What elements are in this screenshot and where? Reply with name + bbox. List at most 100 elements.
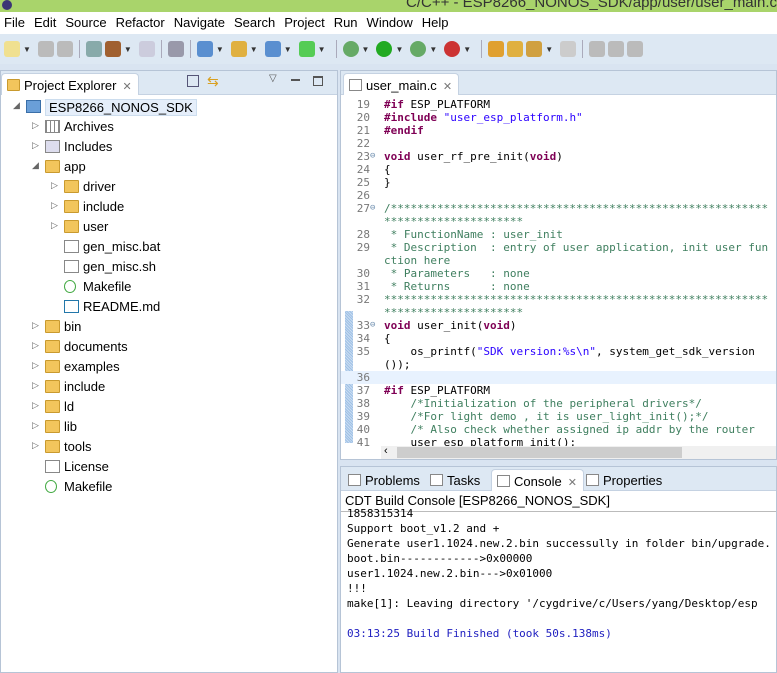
tree-item-ld[interactable]: ▷ ld bbox=[1, 397, 337, 417]
collapsed-arrow-icon[interactable]: ▷ bbox=[32, 380, 39, 391]
save-icon[interactable] bbox=[37, 41, 54, 57]
tree-item-driver[interactable]: ▷ driver bbox=[1, 177, 337, 197]
external-tools-icon[interactable] bbox=[444, 41, 461, 57]
tree-item-makefile[interactable]: Makefile bbox=[1, 477, 337, 497]
tree-item-esp8266-nonos-sdk[interactable]: ◢ ESP8266_NONOS_SDK bbox=[1, 97, 337, 117]
dropdown-arrow-icon[interactable]: ▼ bbox=[318, 45, 326, 54]
fold-icon[interactable]: ⊖ bbox=[370, 150, 375, 163]
new-c-project-icon[interactable] bbox=[196, 41, 213, 57]
dropdown-arrow-icon[interactable]: ▼ bbox=[429, 45, 437, 54]
code-line[interactable]: 24 { bbox=[341, 163, 776, 176]
collapsed-arrow-icon[interactable]: ▷ bbox=[32, 440, 39, 451]
collapsed-arrow-icon[interactable]: ▷ bbox=[51, 220, 58, 231]
annotation-icon[interactable] bbox=[560, 41, 577, 57]
code-area[interactable]: 19 #if ESP_PLATFORM 20 #include "user_esp_p… bbox=[341, 98, 776, 449]
minimize-icon[interactable] bbox=[291, 79, 300, 81]
code-line[interactable]: 40 /* Also check whether assigned ip add… bbox=[341, 423, 776, 436]
show-blocks-icon[interactable] bbox=[608, 41, 625, 57]
new-icon[interactable] bbox=[4, 41, 20, 57]
tree-item-readme-md[interactable]: README.md bbox=[1, 297, 337, 317]
tree-item-tools[interactable]: ▷ tools bbox=[1, 437, 337, 457]
menu-refactor[interactable]: Refactor bbox=[112, 12, 170, 34]
close-icon[interactable]: ✕ bbox=[122, 81, 131, 93]
tree-item-gen-misc-bat[interactable]: gen_misc.bat bbox=[1, 237, 337, 257]
code-line[interactable]: 37 #if ESP_PLATFORM bbox=[341, 384, 776, 397]
tree-item-lib[interactable]: ▷ lib bbox=[1, 417, 337, 437]
code-line[interactable]: 19 #if ESP_PLATFORM bbox=[341, 98, 776, 111]
collapse-all-icon[interactable] bbox=[187, 75, 199, 87]
tree-item-license[interactable]: License bbox=[1, 457, 337, 477]
collapsed-arrow-icon[interactable]: ▷ bbox=[32, 140, 39, 151]
new-file-icon[interactable] bbox=[298, 41, 315, 57]
code-line[interactable]: 20 #include "user_esp_platform.h" bbox=[341, 111, 776, 124]
collapsed-arrow-icon[interactable]: ▷ bbox=[51, 200, 58, 211]
code-line[interactable]: 25} bbox=[341, 176, 776, 189]
menu-project[interactable]: Project bbox=[280, 12, 329, 34]
new-source-folder-icon[interactable] bbox=[230, 41, 247, 57]
code-line[interactable]: 39 /*For light demo , it is user_light_i… bbox=[341, 410, 776, 423]
scrollbar-thumb[interactable] bbox=[397, 447, 682, 458]
code-line[interactable]: 23 ⊖ void user_rf_pre_init(void) bbox=[341, 150, 776, 163]
tab-user-main-c[interactable]: user_main.c ✕ bbox=[343, 73, 460, 95]
code-line[interactable]: 36 bbox=[341, 371, 776, 384]
collapsed-arrow-icon[interactable]: ▷ bbox=[32, 420, 39, 431]
menu-source[interactable]: Source bbox=[61, 12, 111, 34]
tab-properties[interactable]: Properties bbox=[581, 469, 668, 491]
run-coverage-icon[interactable] bbox=[410, 41, 427, 57]
dropdown-arrow-icon[interactable]: ▼ bbox=[250, 45, 258, 54]
menu-search[interactable]: Search bbox=[230, 12, 280, 34]
dropdown-arrow-icon[interactable]: ▼ bbox=[284, 45, 292, 54]
tab-tasks[interactable]: Tasks bbox=[425, 469, 486, 491]
code-line[interactable]: 35 os_printf("SDK version:%s\n", system_… bbox=[341, 345, 776, 371]
save-all-icon[interactable] bbox=[56, 41, 73, 57]
dropdown-arrow-icon[interactable]: ▼ bbox=[124, 45, 132, 54]
open-folder-icon[interactable] bbox=[507, 41, 524, 57]
debug-icon[interactable] bbox=[342, 41, 359, 57]
menu-help[interactable]: Help bbox=[418, 12, 454, 34]
expanded-arrow-icon[interactable]: ◢ bbox=[13, 100, 20, 111]
close-icon[interactable]: ✕ bbox=[568, 477, 577, 489]
toggle-whitespace-icon[interactable] bbox=[589, 41, 606, 57]
tree-item-includes[interactable]: ▷ Includes bbox=[1, 137, 337, 157]
code-line[interactable]: 32 **************************************… bbox=[341, 293, 776, 319]
run-icon[interactable] bbox=[376, 41, 393, 57]
code-line[interactable]: 26 bbox=[341, 189, 776, 202]
code-line[interactable]: 33 ⊖ void user_init(void) bbox=[341, 319, 776, 332]
tree-item-gen-misc-sh[interactable]: gen_misc.sh bbox=[1, 257, 337, 277]
code-line[interactable]: 38 /*Initialization of the peripheral dr… bbox=[341, 397, 776, 410]
open-type-icon[interactable] bbox=[488, 41, 505, 57]
collapsed-arrow-icon[interactable]: ▷ bbox=[51, 180, 58, 191]
menu-file[interactable]: File bbox=[0, 12, 30, 34]
binary-icon[interactable] bbox=[138, 41, 155, 57]
horizontal-scrollbar[interactable]: ‹ bbox=[381, 445, 776, 459]
tree-item-documents[interactable]: ▷ documents bbox=[1, 337, 337, 357]
tree-item-bin[interactable]: ▷ bin bbox=[1, 317, 337, 337]
menu-run[interactable]: Run bbox=[330, 12, 363, 34]
menu-navigate[interactable]: Navigate bbox=[170, 12, 230, 34]
tab-console[interactable]: Console ✕ bbox=[491, 469, 584, 491]
tree-item-examples[interactable]: ▷ examples bbox=[1, 357, 337, 377]
view-menu-icon[interactable]: ▽ bbox=[269, 73, 277, 84]
dropdown-arrow-icon[interactable]: ▼ bbox=[362, 45, 370, 54]
code-line[interactable]: 21 #endif bbox=[341, 124, 776, 137]
menu-window[interactable]: Window bbox=[363, 12, 418, 34]
fold-icon[interactable]: ⊖ bbox=[370, 202, 375, 215]
tree-item-makefile[interactable]: Makefile bbox=[1, 277, 337, 297]
code-line[interactable]: 34 { bbox=[341, 332, 776, 345]
collapsed-arrow-icon[interactable]: ▷ bbox=[32, 400, 39, 411]
console-output[interactable]: 1858315314 Support boot_v1.2 and + Generat… bbox=[347, 507, 772, 641]
debug-breakpoint-icon[interactable] bbox=[167, 41, 184, 57]
dropdown-arrow-icon[interactable]: ▼ bbox=[395, 45, 403, 54]
dropdown-arrow-icon[interactable]: ▼ bbox=[23, 45, 31, 54]
search-icon[interactable] bbox=[526, 41, 543, 57]
collapsed-arrow-icon[interactable]: ▷ bbox=[32, 120, 39, 131]
tree-item-archives[interactable]: ▷ Archives bbox=[1, 117, 337, 137]
fold-icon[interactable]: ⊖ bbox=[370, 319, 375, 332]
menu-edit[interactable]: Edit bbox=[30, 12, 61, 34]
dropdown-arrow-icon[interactable]: ▼ bbox=[216, 45, 224, 54]
build-config-icon[interactable] bbox=[85, 41, 102, 57]
close-icon[interactable]: ✕ bbox=[443, 81, 452, 93]
expanded-arrow-icon[interactable]: ◢ bbox=[32, 160, 39, 171]
collapsed-arrow-icon[interactable]: ▷ bbox=[32, 360, 39, 371]
tree-item-include[interactable]: ▷ include bbox=[1, 197, 337, 217]
